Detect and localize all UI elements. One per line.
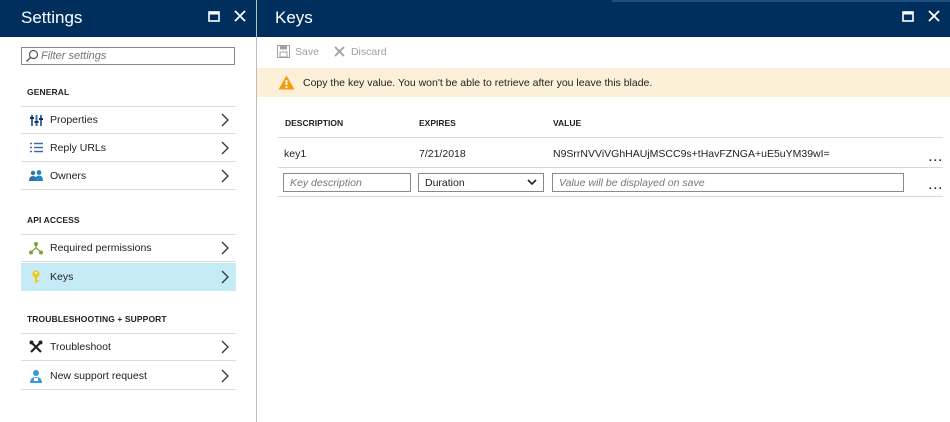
nav-item-required-permissions[interactable]: Required permissions [21, 234, 236, 262]
discard-label: Discard [350, 45, 387, 58]
keys-title: Keys [275, 8, 313, 27]
row-key-expires: 7/21/2018 [419, 148, 466, 160]
section-title-troubleshooting: TROUBLESHOOTING + SUPPORT [27, 314, 167, 324]
list-icon [29, 141, 43, 155]
properties-icon [29, 113, 43, 127]
row-key-description: key1 [284, 148, 307, 160]
close-icon[interactable] [232, 8, 248, 24]
discard-icon [334, 46, 345, 57]
nav-item-label: Required permissions [50, 242, 152, 254]
row-more-button[interactable]: ... [928, 149, 943, 165]
chevron-right-icon [221, 169, 229, 182]
nav-item-label: Reply URLs [50, 141, 107, 154]
nav-item-label: Troubleshoot [50, 341, 111, 353]
nav-item-label: New support request [50, 369, 147, 382]
save-icon [277, 45, 290, 58]
section-title-api-access: API ACCESS [27, 215, 80, 225]
nav-item-properties[interactable]: Properties [21, 106, 236, 134]
nav-item-label: Owners [50, 169, 87, 182]
search-icon [26, 49, 39, 62]
save-label: Save [295, 45, 319, 58]
chevron-right-icon [221, 241, 229, 255]
column-header-value: VALUE [553, 118, 582, 128]
permissions-icon [29, 241, 43, 255]
save-button[interactable]: Save [277, 45, 319, 58]
chevron-right-icon [221, 270, 229, 283]
row-divider [278, 196, 943, 197]
key-icon [29, 270, 43, 284]
maximize-icon[interactable] [900, 8, 916, 24]
row-key-value[interactable]: N9SrrNVViVGhHAUjMSCC9s+tHavFZNGA+uE5uYM3… [553, 148, 830, 160]
chevron-right-icon [221, 141, 229, 154]
filter-settings-input[interactable] [39, 50, 231, 62]
chevron-down-icon [527, 179, 537, 186]
chevron-right-icon [221, 369, 229, 382]
close-icon[interactable] [926, 8, 942, 24]
value-input[interactable]: Value will be displayed on save [552, 173, 904, 192]
nav-item-troubleshoot[interactable]: Troubleshoot [21, 333, 236, 361]
nav-item-owners[interactable]: Owners [21, 162, 236, 190]
column-header-description: DESCRIPTION [285, 118, 344, 128]
maximize-icon[interactable] [206, 8, 222, 24]
nav-item-keys[interactable]: Keys [21, 263, 236, 291]
nav-item-label: Keys [50, 270, 74, 283]
chevron-right-icon [221, 113, 229, 127]
warning-banner: Copy the key value. You won't be able to… [257, 68, 950, 97]
warning-text: Copy the key value. You won't be able to… [303, 76, 653, 89]
key-description-input[interactable]: Key description [283, 173, 411, 192]
discard-button[interactable]: Discard [333, 45, 387, 58]
keys-blade: Keys Save Discard Copy the key value. Yo… [257, 0, 950, 422]
warning-icon [278, 75, 295, 90]
chevron-right-icon [221, 340, 229, 354]
column-header-expires: EXPIRES [419, 118, 456, 128]
settings-blade: Settings GENERAL Properties Reply URLs [0, 0, 257, 422]
duration-select[interactable]: Duration [418, 173, 544, 192]
duration-value: Duration [425, 176, 465, 189]
support-icon [29, 369, 43, 383]
nav-item-label: Properties [50, 114, 98, 126]
header-divider [278, 137, 943, 138]
owners-icon [29, 169, 43, 183]
filter-settings-field[interactable] [21, 47, 235, 65]
header-accent-line [612, 0, 950, 2]
troubleshoot-icon [29, 340, 43, 354]
keys-header: Keys [257, 0, 950, 37]
nav-item-reply-urls[interactable]: Reply URLs [21, 134, 236, 162]
section-title-general: GENERAL [27, 87, 70, 97]
nav-item-new-support-request[interactable]: New support request [21, 362, 236, 390]
settings-header: Settings [0, 0, 256, 37]
keys-toolbar: Save Discard [277, 45, 387, 58]
row-divider [278, 167, 943, 168]
settings-title: Settings [21, 8, 83, 27]
new-row-more-button[interactable]: ... [928, 177, 943, 193]
